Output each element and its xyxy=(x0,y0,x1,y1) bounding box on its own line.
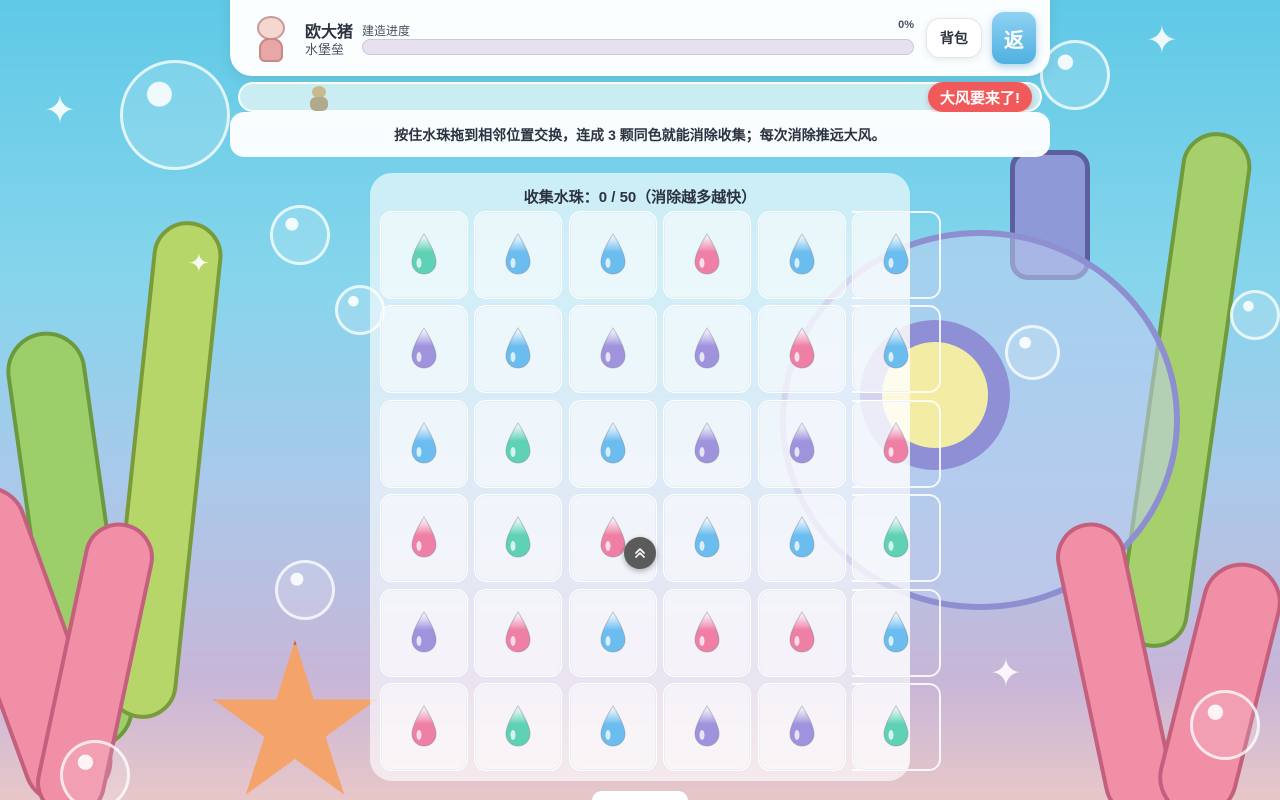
bag-button[interactable]: 背包 xyxy=(926,18,982,58)
sparkle-icon: ✦ xyxy=(1146,20,1178,62)
grid-cell[interactable] xyxy=(663,399,752,488)
grid-cell[interactable] xyxy=(852,399,910,488)
blue-water-drop-icon xyxy=(694,516,720,558)
pink-water-drop-icon xyxy=(789,610,815,653)
back-button[interactable]: 返 xyxy=(992,12,1036,64)
grid-cell[interactable] xyxy=(380,305,468,394)
grid-cell[interactable] xyxy=(663,211,752,299)
grid-cell[interactable] xyxy=(474,588,563,677)
grid-cell[interactable] xyxy=(474,494,563,583)
chevron-double-up-icon[interactable] xyxy=(624,537,656,569)
grid-cell[interactable] xyxy=(474,683,563,771)
blue-water-drop-icon xyxy=(505,327,531,369)
grid-cell[interactable] xyxy=(380,399,468,488)
bubble xyxy=(120,60,230,170)
sparkle-icon: ✦ xyxy=(188,248,210,278)
grid-cell[interactable] xyxy=(852,211,910,299)
green-water-drop-icon xyxy=(505,705,531,747)
pink-water-drop-icon xyxy=(411,516,437,558)
character-avatar-icon[interactable] xyxy=(250,12,292,64)
grid-cell[interactable] xyxy=(663,588,752,677)
game-board: 收集水珠：0 / 50（消除越多越快） xyxy=(370,173,910,781)
bubble xyxy=(60,740,130,800)
green-water-drop-icon xyxy=(505,516,531,558)
purple-water-drop-icon xyxy=(411,610,437,653)
green-water-drop-icon xyxy=(505,421,531,464)
grid-cell[interactable] xyxy=(380,494,468,583)
grid-cell[interactable] xyxy=(757,305,846,394)
grid-cell[interactable] xyxy=(663,683,752,771)
bubble xyxy=(270,205,330,265)
grid-cell[interactable] xyxy=(474,399,563,488)
blue-water-drop-icon xyxy=(789,233,815,275)
blue-water-drop-icon xyxy=(600,233,626,275)
pink-water-drop-icon xyxy=(694,610,720,653)
blue-water-drop-icon xyxy=(883,610,909,653)
purple-water-drop-icon xyxy=(789,421,815,464)
wind-progress-track xyxy=(238,82,1042,112)
sparkle-icon: ✦ xyxy=(990,653,1022,695)
bottom-tab-handle[interactable] xyxy=(592,791,688,800)
blue-water-drop-icon xyxy=(505,233,531,275)
grid-cell[interactable] xyxy=(474,211,563,299)
green-water-drop-icon xyxy=(883,516,909,558)
collect-counter: 收集水珠：0 / 50（消除越多越快） xyxy=(523,189,757,206)
grid-cell[interactable] xyxy=(852,494,910,583)
grid-cell[interactable] xyxy=(852,305,910,394)
pink-water-drop-icon xyxy=(883,421,909,464)
pink-water-drop-icon xyxy=(789,327,815,369)
grid-cell[interactable] xyxy=(380,211,468,299)
grid-cell[interactable] xyxy=(568,305,657,394)
grid-cell[interactable] xyxy=(852,683,910,771)
purple-water-drop-icon xyxy=(694,327,720,369)
build-progress-bar xyxy=(362,39,914,55)
runner-character-icon xyxy=(302,84,336,112)
blue-water-drop-icon xyxy=(789,516,815,558)
blue-water-drop-icon xyxy=(600,610,626,653)
purple-water-drop-icon xyxy=(694,705,720,747)
pink-water-drop-icon xyxy=(411,705,437,747)
wind-warning-badge: 大风要来了! xyxy=(928,82,1032,112)
bubble xyxy=(1230,290,1280,340)
grid-cell[interactable] xyxy=(568,683,657,771)
blue-water-drop-icon xyxy=(883,233,909,275)
grid-cell[interactable] xyxy=(568,588,657,677)
green-water-drop-icon xyxy=(411,233,437,275)
purple-water-drop-icon xyxy=(694,421,720,464)
purple-water-drop-icon xyxy=(411,327,437,369)
grid-cell[interactable] xyxy=(380,683,468,771)
pink-water-drop-icon xyxy=(505,610,531,653)
build-progress-label: 建造进度 xyxy=(362,24,411,38)
grid-cell[interactable] xyxy=(757,588,846,677)
pink-water-drop-icon xyxy=(694,233,720,275)
green-water-drop-icon xyxy=(883,705,909,747)
grid-cell[interactable] xyxy=(380,588,468,677)
top-status-bar: 欧大猪 水堡垒 建造进度 0% 背包 返 xyxy=(230,0,1050,76)
bubble xyxy=(1190,690,1260,760)
bubble xyxy=(1040,40,1110,110)
grid-cell[interactable] xyxy=(663,305,752,394)
grid-cell[interactable] xyxy=(568,211,657,299)
grid-cell[interactable] xyxy=(757,683,846,771)
grid-cell[interactable] xyxy=(474,305,563,394)
build-progress-percent: 0% xyxy=(898,19,914,31)
blue-water-drop-icon xyxy=(883,327,909,369)
blue-water-drop-icon xyxy=(600,421,626,464)
grid-cell[interactable] xyxy=(852,588,910,677)
instruction-banner: 按住水珠拖到相邻位置交换，连成 3 颗同色就能消除收集；每次消除推远大风。 xyxy=(230,112,1050,157)
grid-cell[interactable] xyxy=(663,494,752,583)
purple-water-drop-icon xyxy=(789,705,815,747)
sparkle-icon: ✦ xyxy=(44,90,76,132)
grid-cell[interactable] xyxy=(757,494,846,583)
bubble xyxy=(275,560,335,620)
building-name: 水堡垒 xyxy=(305,42,345,57)
grid-cell[interactable] xyxy=(568,399,657,488)
grid-cell[interactable] xyxy=(757,399,846,488)
purple-water-drop-icon xyxy=(600,327,626,369)
bubble xyxy=(1005,325,1060,380)
blue-water-drop-icon xyxy=(411,421,437,464)
grid-cell[interactable] xyxy=(757,211,846,299)
blue-water-drop-icon xyxy=(600,705,626,747)
starfish xyxy=(213,640,377,795)
